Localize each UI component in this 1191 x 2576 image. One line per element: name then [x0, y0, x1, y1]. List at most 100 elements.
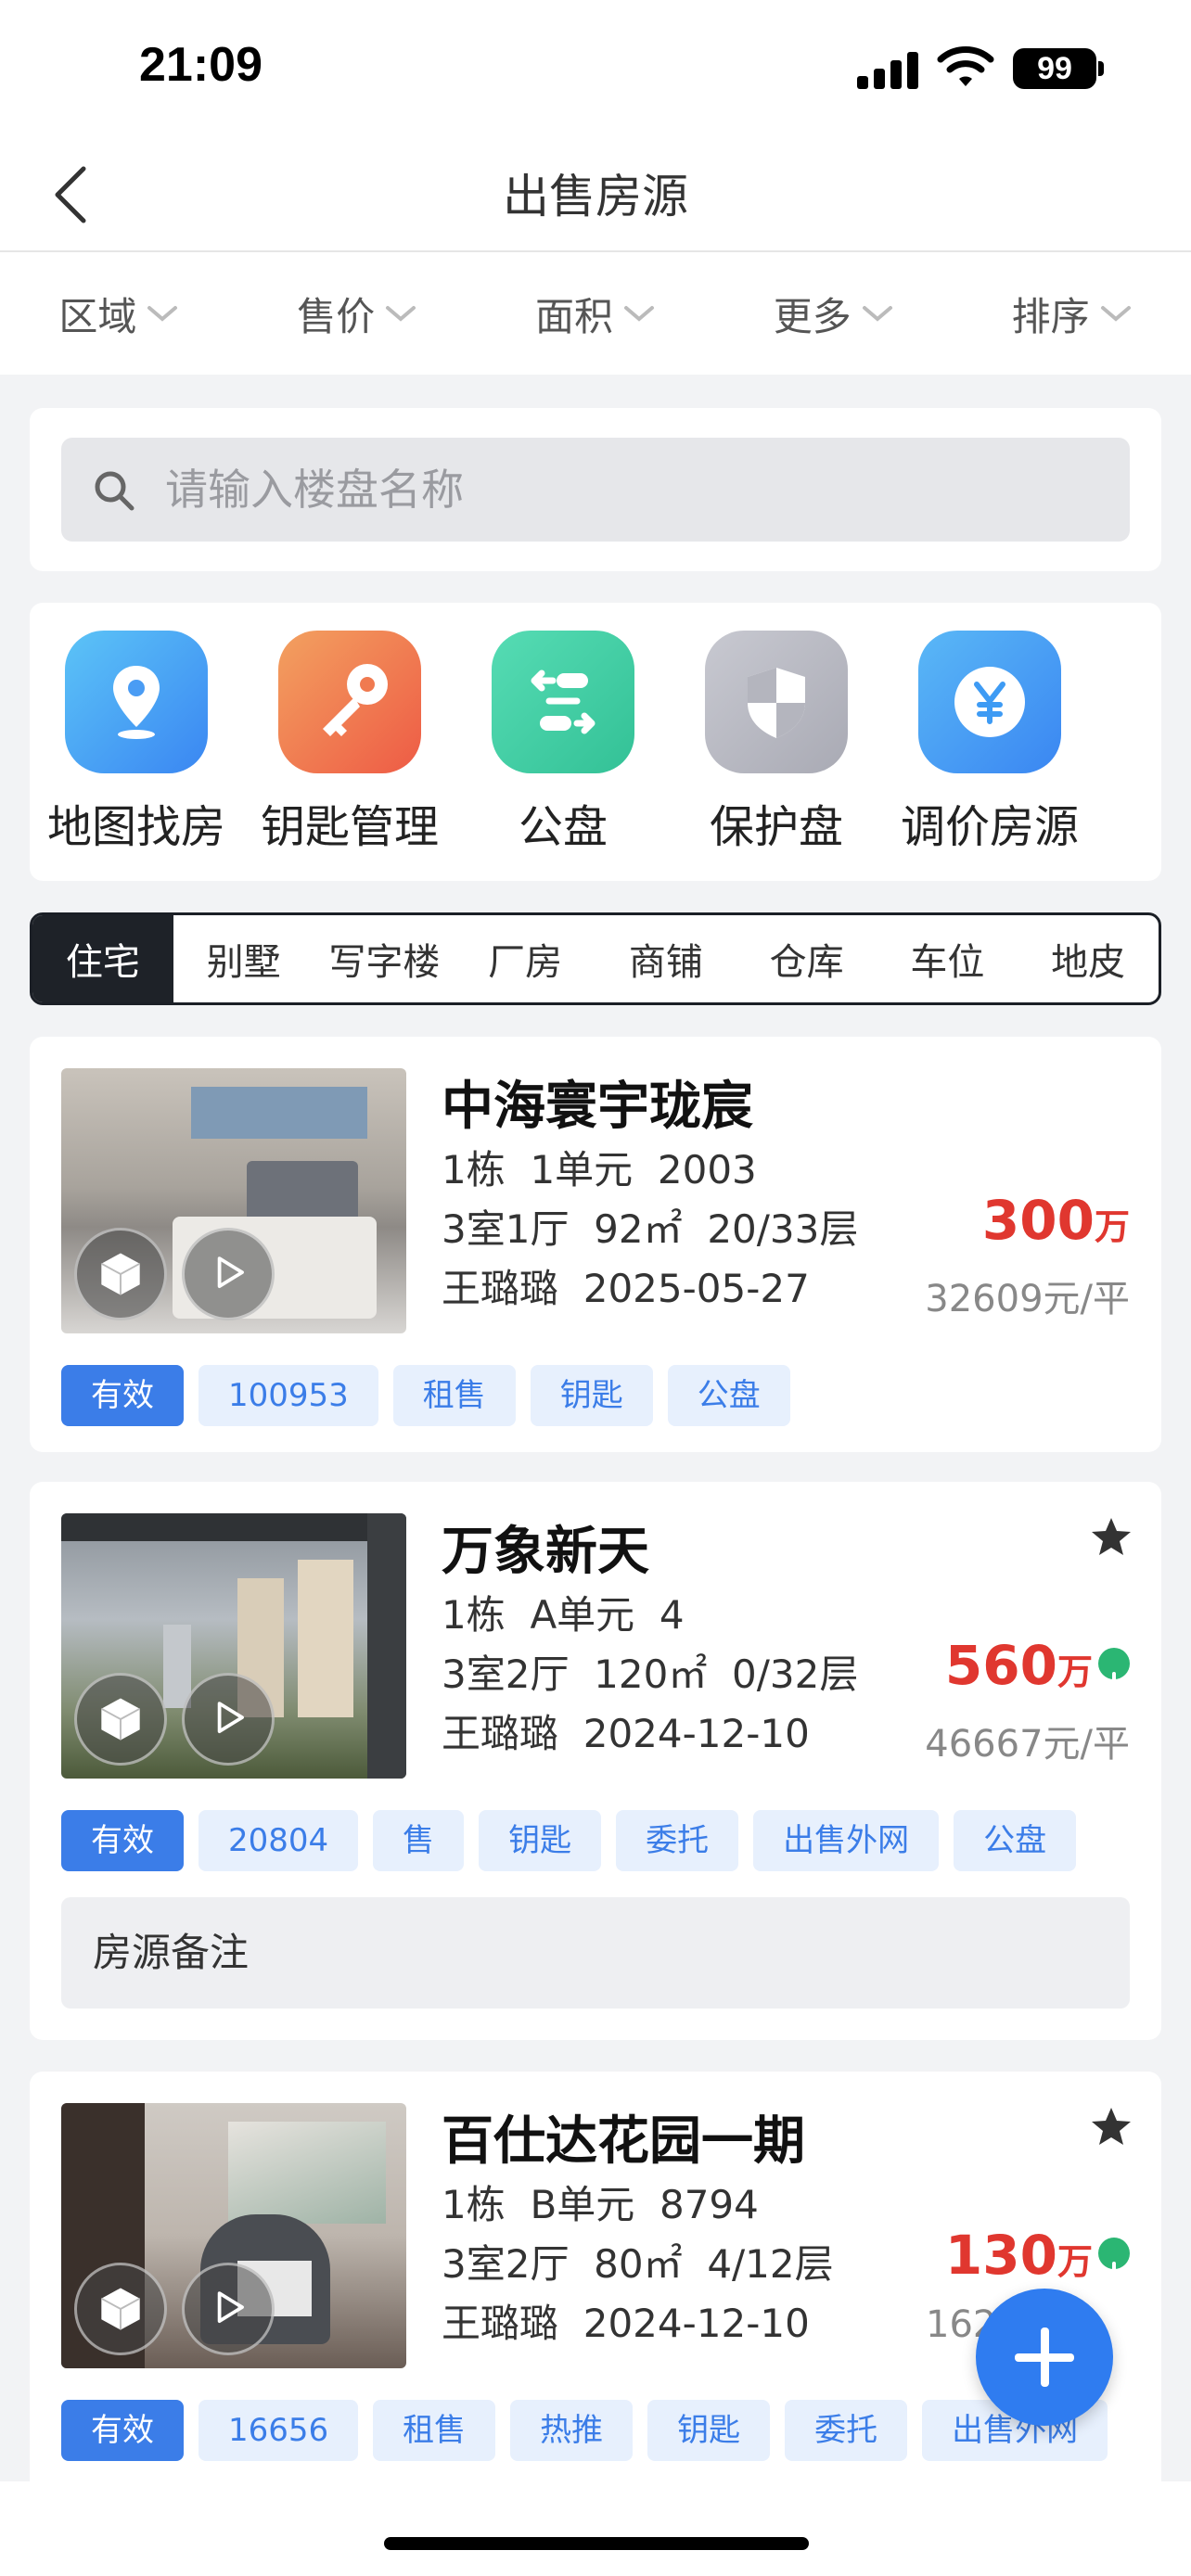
search-input[interactable] — [165, 438, 1093, 542]
search-card — [30, 408, 1161, 571]
price-unit: 万 — [1057, 2241, 1093, 2282]
listing-date: 2024-12-10 — [583, 2301, 810, 2346]
listing-room: 2003 — [657, 1147, 757, 1192]
price-down-icon — [1098, 1647, 1130, 1692]
listing-floor: 20/33层 — [707, 1206, 859, 1252]
status-bar: 21:09 99 — [0, 0, 1191, 139]
listing-unit-price: 46667元/平 — [925, 1723, 1130, 1766]
chevron-down-icon — [624, 306, 654, 322]
quick-action-label: 钥匙管理 — [260, 801, 439, 853]
listing-photo[interactable] — [61, 1068, 406, 1333]
key-icon — [278, 631, 421, 773]
listing-photo[interactable] — [61, 2103, 406, 2368]
listing-room: 4 — [659, 1592, 685, 1638]
listing-address-line: 1栋 B单元 8794 — [442, 2174, 759, 2230]
tag-id: 20804 — [198, 1810, 359, 1871]
listing-tags: 有效 100953 租售 钥匙 公盘 — [61, 1365, 790, 1426]
tag-status: 有效 — [61, 1365, 184, 1426]
star-icon[interactable] — [1089, 1515, 1133, 1560]
tab-office[interactable]: 写字楼 — [314, 915, 455, 1002]
tag-id: 16656 — [198, 2400, 359, 2461]
listing-building: 1栋 — [442, 1147, 506, 1192]
quick-action-public[interactable]: 公盘 — [456, 631, 670, 855]
quick-action-label: 保护盘 — [709, 801, 843, 853]
listing-date: 2025-05-27 — [583, 1266, 810, 1311]
status-time: 21:09 — [139, 38, 263, 92]
listing-tags: 有效 20804 售 钥匙 委托 出售外网 公盘 — [61, 1810, 1077, 1871]
add-listing-button[interactable] — [976, 2289, 1113, 2426]
play-video-button[interactable] — [182, 2263, 275, 2355]
listing-price: 300万 — [982, 1189, 1130, 1252]
price-value: 560 — [944, 1634, 1057, 1697]
play-video-button[interactable] — [182, 1228, 275, 1320]
tag: 租售 — [392, 1365, 516, 1426]
chevron-down-icon — [147, 306, 178, 322]
listing-card[interactable]: 万象新天 1栋 A单元 4 3室2厅 120㎡ 0/32层 王璐璐 2024-1… — [30, 1482, 1161, 2040]
listing-tags: 有效 16656 租售 热推 钥匙 委托 出售外网 — [61, 2400, 1137, 2461]
listing-area: 120㎡ — [594, 1651, 708, 1697]
quick-action-keys[interactable]: 钥匙管理 — [243, 631, 456, 855]
filter-more[interactable]: 更多 — [714, 252, 953, 375]
property-type-tabs: 住宅 别墅 写字楼 厂房 商铺 仓库 车位 地皮 — [30, 912, 1161, 1005]
tab-parking[interactable]: 车位 — [877, 915, 1018, 1002]
quick-action-protect[interactable]: 保护盘 — [670, 631, 883, 855]
search-box[interactable] — [61, 438, 1130, 542]
listing-area: 80㎡ — [594, 2241, 683, 2287]
tab-factory[interactable]: 厂房 — [455, 915, 596, 1002]
filter-label: 排序 — [1011, 293, 1090, 339]
tag: 钥匙 — [647, 2400, 771, 2461]
listing-date: 2024-12-10 — [583, 1711, 810, 1756]
quick-action-map[interactable]: 地图找房 — [30, 631, 243, 855]
tag: 钥匙 — [530, 1365, 653, 1426]
listing-floor: 4/12层 — [707, 2241, 834, 2287]
chevron-down-icon — [386, 306, 416, 322]
listing-spec-line: 3室2厅 120㎡ 0/32层 — [442, 1643, 858, 1700]
tab-shop[interactable]: 商铺 — [596, 915, 736, 1002]
cellular-signal-icon — [857, 52, 920, 89]
tab-warehouse[interactable]: 仓库 — [736, 915, 877, 1002]
play-video-button[interactable] — [182, 1673, 275, 1766]
page-title: 出售房源 — [503, 170, 688, 223]
listing-spec-line: 3室2厅 80㎡ 4/12层 — [442, 2233, 834, 2289]
tab-residential[interactable]: 住宅 — [32, 915, 173, 1002]
vr-view-button[interactable] — [74, 1673, 167, 1766]
listing-unit: 1单元 — [530, 1147, 634, 1192]
filter-region[interactable]: 区域 — [0, 252, 238, 375]
listing-address-line: 1栋 1单元 2003 — [442, 1139, 757, 1195]
filter-price[interactable]: 售价 — [238, 252, 477, 375]
photo-wall-art — [191, 1087, 367, 1139]
listing-price: 130万 — [945, 2224, 1130, 2287]
listing-address-line: 1栋 A单元 4 — [442, 1584, 685, 1640]
search-icon — [95, 471, 134, 511]
tag-status: 有效 — [61, 2400, 184, 2461]
vr-view-button[interactable] — [74, 1228, 167, 1320]
filter-area[interactable]: 面积 — [477, 252, 715, 375]
home-indicator[interactable] — [384, 2537, 809, 2550]
listing-agent: 王璐璐 — [442, 2301, 559, 2346]
quick-action-price-adjust[interactable]: 调价房源 — [883, 631, 1096, 855]
tab-land[interactable]: 地皮 — [1018, 915, 1159, 1002]
price-value: 300 — [981, 1189, 1095, 1252]
listing-layout: 3室2厅 — [442, 1651, 570, 1697]
tab-villa[interactable]: 别墅 — [173, 915, 314, 1002]
filter-label: 售价 — [297, 293, 376, 339]
listing-title: 百仕达花园一期 — [442, 2111, 805, 2172]
listing-photo[interactable] — [61, 1513, 406, 1779]
filter-label: 面积 — [534, 293, 613, 339]
price-down-icon — [1098, 2237, 1130, 2282]
tag: 热推 — [510, 2400, 634, 2461]
listing-floor: 0/32层 — [732, 1651, 859, 1697]
listing-card[interactable]: 中海寰宇珑宸 1栋 1单元 2003 3室1厅 92㎡ 20/33层 王璐璐 2… — [30, 1037, 1161, 1452]
listing-unit: A单元 — [530, 1592, 635, 1638]
quick-action-label: 公盘 — [518, 801, 608, 853]
listing-remark[interactable]: 房源备注 — [61, 1897, 1130, 2009]
filter-sort[interactable]: 排序 — [953, 252, 1191, 375]
vr-view-button[interactable] — [74, 2263, 167, 2355]
home-indicator-area — [0, 2481, 1191, 2576]
listing-agent-line: 王璐璐 2024-12-10 — [442, 2292, 810, 2349]
tag: 钥匙 — [479, 1810, 602, 1871]
star-icon[interactable] — [1089, 2105, 1133, 2149]
listing-agent-line: 王璐璐 2024-12-10 — [442, 1702, 810, 1759]
price-value: 130 — [944, 2224, 1057, 2287]
tag: 出售外网 — [753, 1810, 940, 1871]
